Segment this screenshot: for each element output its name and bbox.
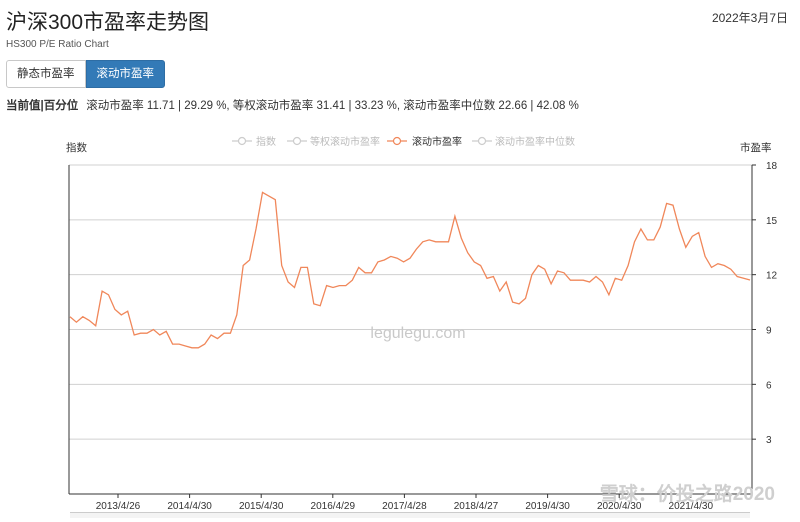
y-tick-label: 15 — [766, 216, 778, 227]
chart-area: 指数 等权滚动市盈率 滚动市盈率 滚动市盈率中位数 指数 市盈率 3 6 9 12 15… — [0, 128, 800, 517]
legend-item-equal-weight-pe[interactable]: 等权滚动市盈率 — [287, 135, 380, 148]
x-tick-label: 2013/4/26 — [96, 501, 141, 512]
tab-rolling-pe[interactable]: 滚动市盈率 — [85, 60, 165, 88]
legend: 指数 等权滚动市盈率 滚动市盈率 滚动市盈率中位数 — [232, 135, 575, 148]
right-axis-label: 市盈率 — [740, 141, 772, 154]
x-tick-label: 2015/4/30 — [239, 501, 284, 512]
legend-label: 滚动市盈率 — [412, 135, 462, 148]
pe-type-tabs: 静态市盈率 滚动市盈率 — [6, 60, 165, 88]
page-title: 沪深300市盈率走势图 — [6, 11, 210, 34]
legend-item-rolling-pe[interactable]: 滚动市盈率 — [387, 135, 462, 148]
center-watermark: legulegu.com — [370, 325, 465, 342]
x-tick-label: 2014/4/30 — [167, 501, 212, 512]
x-tick-label: 2018/4/27 — [454, 501, 499, 512]
y-tick-label: 12 — [766, 271, 778, 282]
y-tick-label: 18 — [766, 161, 778, 172]
y-tick-label: 6 — [766, 380, 772, 391]
left-axis-label: 指数 — [66, 141, 87, 154]
y-tick-labels: 3 6 9 12 15 18 — [752, 161, 778, 446]
legend-dot — [392, 136, 402, 146]
tab-static-pe[interactable]: 静态市盈率 — [6, 60, 86, 88]
x-tick-label: 2016/4/29 — [311, 501, 356, 512]
x-tick-label: 2019/4/30 — [525, 501, 570, 512]
pe-line-chart: 指数 等权滚动市盈率 滚动市盈率 滚动市盈率中位数 指数 市盈率 3 6 9 12 15… — [66, 135, 778, 512]
y-tick-label: 9 — [766, 326, 772, 337]
page-subtitle: HS300 P/E Ratio Chart — [6, 39, 109, 50]
legend-item-rolling-pe-median[interactable]: 滚动市盈率中位数 — [472, 135, 575, 148]
legend-label: 等权滚动市盈率 — [310, 135, 380, 148]
grid-lines — [69, 164, 752, 440]
summary-label: 当前值|百分位 — [6, 100, 79, 112]
legend-dot — [292, 136, 302, 146]
current-value-summary: 当前值|百分位 滚动市盈率 11.71 | 29.29 %, 等权滚动市盈率 31… — [6, 97, 579, 113]
y-tick-label: 3 — [766, 435, 772, 446]
legend-label: 滚动市盈率中位数 — [495, 135, 575, 148]
legend-dot — [477, 136, 487, 146]
summary-text: 滚动市盈率 11.71 | 29.29 %, 等权滚动市盈率 31.41 | 3… — [86, 100, 579, 112]
legend-dot — [237, 136, 247, 146]
x-tick-label: 2017/4/28 — [382, 501, 427, 512]
legend-item-index[interactable]: 指数 — [232, 135, 276, 148]
corner-watermark: 雪球：价投之路2020 — [600, 482, 775, 505]
date-label: 2022年3月7日 — [711, 11, 788, 25]
legend-label: 指数 — [256, 135, 276, 148]
zoom-slider-bar[interactable] — [70, 512, 750, 518]
